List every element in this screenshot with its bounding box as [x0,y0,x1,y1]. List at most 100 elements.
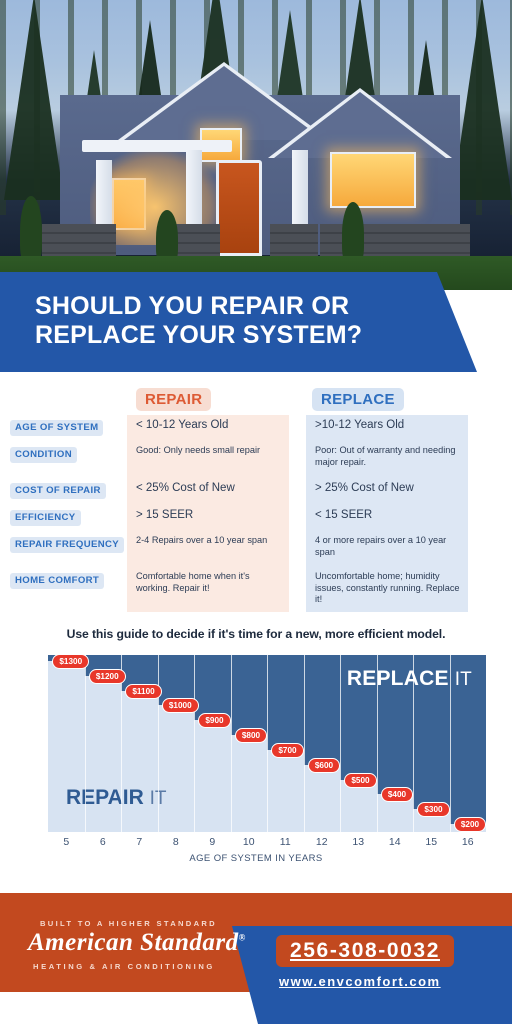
chart-point-label: $400 [380,787,414,803]
website-link[interactable]: www.envcomfort.com [279,974,441,989]
chart-x-tick: 14 [388,836,401,848]
chart-step [194,655,232,721]
repair-cell: 2-4 Repairs over a 10 year span [127,532,289,568]
front-door [216,160,262,256]
chart-point-label: $1300 [52,654,90,669]
chart-gridline [84,655,86,832]
chart-x-tick: 11 [279,836,291,848]
chart-gridline [413,655,414,832]
guide-text: Use this guide to decide if it's time fo… [66,627,446,641]
chart-gridline [340,655,341,832]
chart-x-tick: 13 [352,836,365,848]
footer-subline: HEATING & AIR CONDITIONING [33,962,215,971]
chart-x-tick: 8 [172,836,179,848]
chart-point-label: $300 [417,802,450,818]
table-row: COST OF REPAIR < 25% Cost of New > 25% Cos… [0,478,512,505]
chart-x-tick: 16 [461,836,474,848]
table-row: CONDITION Good: Only needs small repair Po… [0,442,512,478]
chart-x-tick: 15 [425,836,438,848]
row-label-pill: CONDITION [10,447,77,463]
table-row: EFFICIENCY > 15 SEER < 15 SEER [0,505,512,532]
chart-x-tick: 10 [242,836,255,848]
repair-cell: < 25% Cost of New [127,478,289,505]
chart-point-label: $1000 [161,698,199,714]
row-label: HOME COMFORT [0,568,127,589]
replace-cell: > 25% Cost of New [306,478,468,505]
chart-gridline [376,655,378,832]
repair-cell: < 10-12 Years Old [127,415,289,442]
column-gap [289,478,306,484]
column-gap [289,442,306,448]
chart-point-label: $800 [234,728,268,744]
chart-x-tick: 7 [136,836,143,848]
comparison-table: REPAIR REPLACE AGE OF SYSTEM < 10-12 Year… [0,388,512,624]
chart-point-label: $900 [198,713,231,729]
column-gap [289,505,306,511]
repair-cell: Comfortable home when it's working. Repa… [127,568,289,612]
porch-roof [82,140,232,152]
row-label: EFFICIENCY [0,505,127,526]
page-title: SHOULD YOU REPAIR OR REPLACE YOUR SYSTEM… [35,292,435,351]
repair-label-main: REPAIR [66,786,144,809]
column-gap [289,568,306,574]
page-title-line2: REPLACE YOUR SYSTEM? [35,321,363,350]
replace-column-header: REPLACE [312,388,404,411]
row-label-pill: EFFICIENCY [10,510,81,526]
row-label: CONDITION [0,442,127,463]
chart-gridline [194,655,195,832]
repair-column-header: REPAIR [136,388,212,411]
replace-region-label: REPLACE IT [347,667,472,691]
row-label-pill: HOME COMFORT [10,573,105,589]
row-label: AGE OF SYSTEM [0,415,127,436]
chart-y-axis-label: COST OF REPAIR [0,637,3,722]
title-banner: SHOULD YOU REPAIR OR REPLACE YOUR SYSTEM… [0,272,512,372]
chart-x-tick: 5 [63,836,70,848]
chart-x-axis-ticks: 5 6 7 8 9 10 11 12 13 14 15 16 [48,836,486,852]
brand-logo: American Standard® [28,929,246,957]
replace-cell: >10-12 Years Old [306,415,468,442]
chart-x-tick: 6 [99,836,106,848]
tree-icon [4,0,64,200]
repair-region-label: REPAIR IT [66,786,167,810]
tree-icon [452,0,512,200]
brand-name: American Standard [28,929,239,956]
table-row: AGE OF SYSTEM < 10-12 Years Old >10-12 Yea… [0,415,512,442]
chart-step [267,655,305,750]
chart-gridline [303,655,305,832]
chart-gridline [230,655,232,832]
row-label: COST OF REPAIR [0,478,127,499]
chart-gridline [157,655,159,832]
chart-step [230,655,268,736]
replace-cell: Uncomfortable home; humidity issues, con… [306,568,468,612]
chart-x-tick: 12 [315,836,328,848]
row-label-pill: AGE OF SYSTEM [10,420,104,436]
column-gap [289,532,306,538]
chart-x-axis-label: AGE OF SYSTEM IN YEARS [189,853,323,864]
phone-number-button[interactable]: 256-308-0032 [276,935,454,967]
row-label: REPAIR FREQUENCY [0,532,127,553]
table-row: REPAIR FREQUENCY 2-4 Repairs over a 10 ye… [0,532,512,568]
chart-x-tick: 9 [209,836,216,848]
footer: BUILT TO A HIGHER STANDARD American Stan… [0,893,512,1024]
hero-photo [0,0,512,290]
chart-point-label: $200 [453,817,487,832]
replace-label-suffix: IT [454,669,472,690]
cost-vs-age-chart: COST OF REPAIR REPLACE IT REPAIR IT $130… [0,637,512,865]
row-label-pill: COST OF REPAIR [10,483,106,499]
house-gable [274,92,446,158]
replace-label-main: REPLACE [346,667,449,690]
column-gap [289,415,306,421]
brand-trademark: ® [238,932,246,943]
chart-gridline [449,655,451,832]
repair-cell: > 15 SEER [127,505,289,532]
chart-point-label: $500 [344,772,377,788]
replace-cell: Poor: Out of warranty and needing major … [306,442,468,478]
chart-point-label: $1200 [88,668,126,684]
window-lit [330,152,416,208]
chart-point-label: $1100 [125,683,162,699]
replace-cell: 4 or more repairs over a 10 year span [306,532,468,568]
repair-cell: Good: Only needs small repair [127,442,289,478]
chart-point-label: $600 [307,757,341,773]
row-label-pill: REPAIR FREQUENCY [10,537,125,553]
chart-gridline [267,655,268,832]
